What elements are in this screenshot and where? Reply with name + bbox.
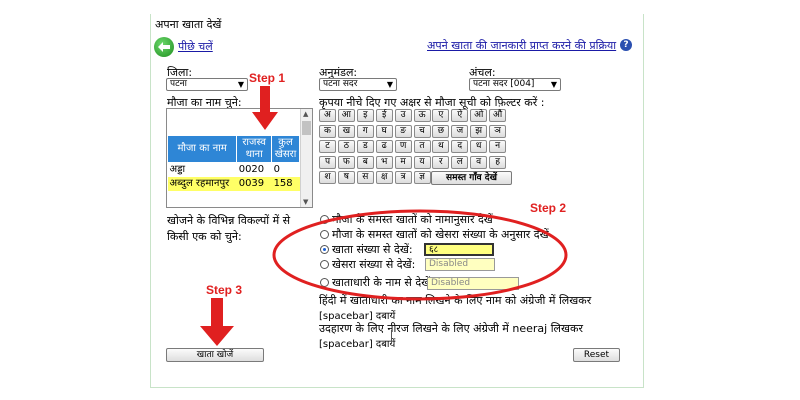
alphabet-key[interactable]: ड [356, 140, 374, 153]
step1-arrow-icon [252, 86, 278, 130]
alphabet-key[interactable]: भ [375, 155, 393, 169]
col-total-khesra: कुल खेसरा [271, 135, 300, 163]
alphabet-key[interactable]: ल [451, 155, 469, 169]
alphabet-key[interactable]: ए [432, 109, 450, 122]
step2-highlight-ellipse [272, 209, 568, 301]
back-arrow-icon[interactable] [154, 37, 174, 57]
subdivision-select[interactable]: पटना सदर ▼ [319, 78, 397, 91]
mouza-scrollbar[interactable]: ▲ ▼ [300, 109, 312, 207]
scroll-thumb[interactable] [302, 121, 311, 135]
alphabet-key[interactable]: औ [489, 109, 507, 122]
step3-label: Step 3 [206, 283, 243, 297]
alphabet-key[interactable]: श [319, 171, 336, 184]
khesra-count: 158 [273, 178, 293, 189]
alphabet-key[interactable]: च [413, 124, 431, 138]
process-link[interactable]: अपने खाता की जानकारी प्राप्त करने की प्र… [427, 38, 616, 53]
alphabet-key[interactable]: प [319, 155, 336, 169]
khesra-count: 0 [273, 164, 280, 175]
alphabet-key[interactable]: ब [356, 155, 374, 169]
example-hint: उदहारण के लिए नीरज लिखने के लिए अंग्रेजी… [319, 322, 583, 335]
alphabet-key[interactable]: ग [356, 124, 374, 138]
reset-button[interactable]: Reset [573, 348, 620, 362]
all-villages-button[interactable]: समस्त गाँव देखें [431, 171, 512, 185]
mouza-table: मौजा का नाम राजस्व थाना कुल खेसरा अड्डा … [166, 135, 300, 191]
alphabet-key[interactable]: छ [432, 124, 450, 138]
thana-number: 0020 [238, 164, 265, 175]
example-hint-2: [spacebar] दबायें [319, 339, 396, 350]
alphabet-key[interactable]: त्र [394, 171, 412, 184]
alphabet-key[interactable]: ष [337, 171, 355, 184]
help-icon[interactable]: ? [620, 39, 632, 51]
search-options-label-2: किसी एक को चुने: [167, 230, 242, 243]
alphabet-key[interactable]: उ [394, 109, 412, 122]
thana-number: 0039 [238, 178, 265, 189]
alphabet-key[interactable]: म [394, 155, 412, 169]
alphabet-key[interactable]: ऊ [413, 109, 431, 122]
alphabet-key[interactable]: ओ [470, 109, 488, 122]
alphabet-key[interactable]: ङ [394, 124, 412, 138]
alphabet-key[interactable]: न [489, 140, 507, 153]
alphabet-key[interactable]: त [413, 140, 431, 153]
mouza-name: अब्दुल रहमानपुर [169, 178, 230, 189]
table-row[interactable]: अब्दुल रहमानपुर 0039 158 [167, 177, 300, 191]
step3-arrow-icon [200, 298, 234, 346]
alphabet-key[interactable]: आ [337, 109, 355, 122]
circle-select[interactable]: पटना सदर [004] ▼ [469, 78, 561, 91]
scroll-up-icon[interactable]: ▲ [303, 110, 308, 118]
alphabet-key[interactable]: क्ष [375, 171, 393, 184]
alphabet-key[interactable]: ऐ [451, 109, 469, 122]
alphabet-key[interactable]: य [413, 155, 431, 169]
alphabet-key[interactable]: थ [432, 140, 450, 153]
step1-label: Step 1 [249, 71, 286, 85]
scroll-down-icon[interactable]: ▼ [303, 198, 308, 206]
alphabet-key[interactable]: ठ [337, 140, 355, 153]
alphabet-key[interactable]: झ [470, 124, 488, 138]
alphabet-key[interactable]: स [356, 171, 374, 184]
alphabet-key[interactable]: ञ [489, 124, 507, 138]
alphabet-key[interactable]: ध [470, 140, 488, 153]
table-row[interactable]: अड्डा 0020 0 [168, 163, 300, 178]
alphabet-key[interactable]: इ [356, 109, 374, 122]
alphabet-key[interactable]: व [470, 155, 488, 169]
alphabet-key[interactable]: ह [489, 155, 507, 169]
alphabet-key[interactable]: ट [319, 140, 336, 153]
alphabet-key[interactable]: द [451, 140, 469, 153]
chevron-down-icon: ▼ [550, 80, 557, 89]
alphabet-key[interactable]: ज [451, 124, 469, 138]
alphabet-key[interactable]: क [319, 124, 336, 138]
chevron-down-icon: ▼ [237, 80, 244, 89]
alphabet-key[interactable]: र [432, 155, 450, 169]
district-select[interactable]: पटना ▼ [166, 78, 248, 91]
hindi-name-hint-2: [spacebar] दबायें [319, 311, 396, 322]
alphabet-key[interactable]: ख [337, 124, 355, 138]
page-title: अपना खाता देखें [155, 18, 222, 31]
alphabet-key[interactable]: ढ [375, 140, 393, 153]
alphabet-key[interactable]: ज्ञ [413, 171, 431, 184]
mouza-name: अड्डा [169, 164, 186, 175]
alphabet-key[interactable]: ण [394, 140, 412, 153]
search-khata-button[interactable]: खाता खोजें [166, 348, 264, 362]
chevron-down-icon: ▼ [386, 80, 393, 89]
filter-hint: कृपया नीचे दिए गए अक्षर से मौजा सूची को … [319, 96, 545, 109]
alphabet-key[interactable]: अ [319, 109, 336, 122]
col-mouza-name: मौजा का नाम [166, 135, 238, 163]
alphabet-key[interactable]: ई [375, 109, 393, 122]
back-link[interactable]: पीछे चलें [178, 39, 213, 54]
col-revenue-thana: राजस्व थाना [236, 135, 273, 163]
alphabet-key[interactable]: घ [375, 124, 393, 138]
alphabet-key[interactable]: फ [337, 155, 355, 169]
text-cursor [391, 330, 392, 344]
